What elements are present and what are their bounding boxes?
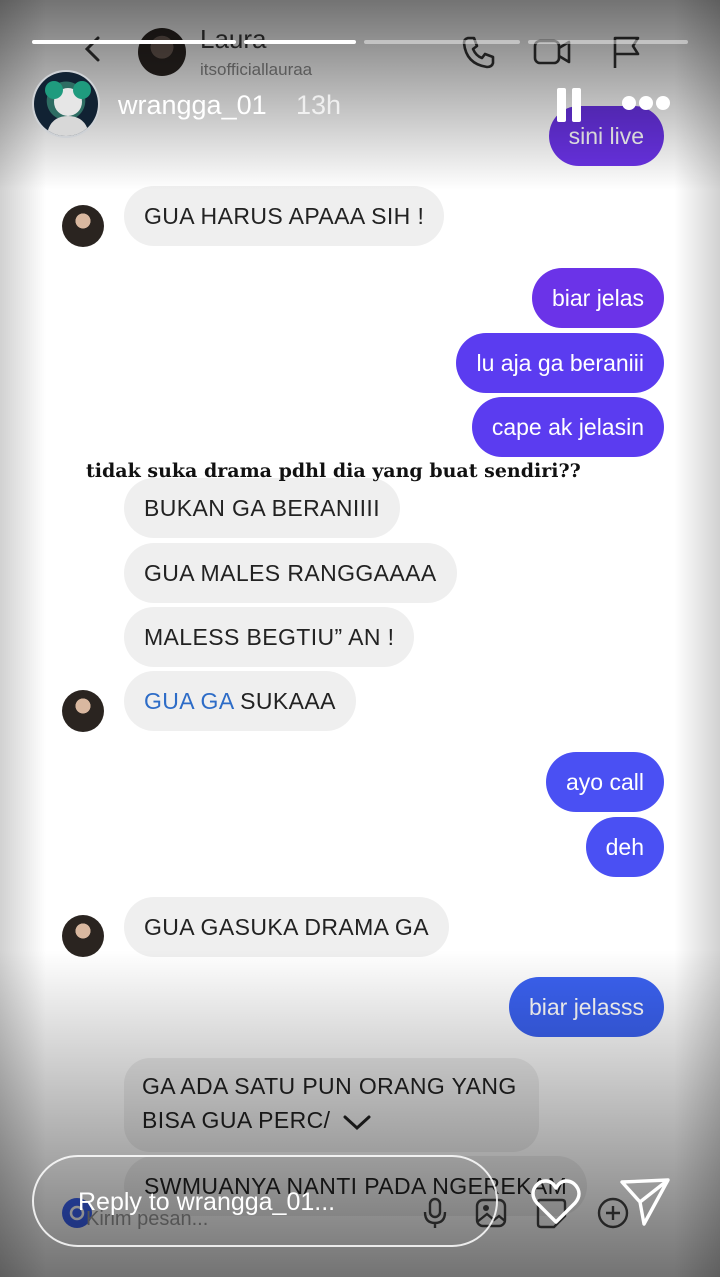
message-line-2: BISA GUA PERC/ xyxy=(142,1106,517,1134)
story-progress-segment xyxy=(244,40,356,44)
dm-screenshot: Laura itsofficiallauraa sini live GUA HA… xyxy=(0,0,720,1277)
story-username[interactable]: wrangga_01 xyxy=(118,90,267,121)
more-dots-icon[interactable] xyxy=(622,96,670,114)
sender-avatar xyxy=(62,690,104,732)
message-bubble-outgoing: cape ak jelasin xyxy=(471,397,664,457)
chevron-left-icon xyxy=(84,36,100,62)
message-line: GA ADA SATU PUN ORANG YANG xyxy=(142,1073,517,1099)
message-bubble-outgoing: biar jelas xyxy=(531,268,664,328)
story-progress-segment xyxy=(528,40,688,44)
flag-icon xyxy=(613,36,640,68)
story-caption-text: tidak suka drama pdhl dia yang buat send… xyxy=(86,460,581,482)
message-bubble-incoming: BUKAN GA BERANIIII xyxy=(124,478,400,538)
sender-avatar xyxy=(62,915,104,957)
message-text: BISA GUA PERC/ xyxy=(142,1107,331,1133)
sender-avatar xyxy=(62,205,104,247)
message-bubble-incoming: GUA GASUKA DRAMA GA xyxy=(124,897,449,957)
pause-icon[interactable] xyxy=(554,88,584,122)
video-camera-icon xyxy=(533,39,571,65)
story-progress-segment xyxy=(364,40,520,44)
message-bubble-incoming: MALESS BEGTIU” AN ! xyxy=(124,607,415,667)
story-viewer: Laura itsofficiallauraa sini live GUA HA… xyxy=(0,0,720,1277)
story-progress-segment xyxy=(32,40,236,44)
message-bubble-outgoing: deh xyxy=(585,817,664,877)
dm-contact-username: itsofficiallauraa xyxy=(200,60,313,79)
message-bubble-incoming: GUA GA SUKAAA xyxy=(124,671,356,731)
heart-icon[interactable] xyxy=(530,1178,582,1226)
send-icon[interactable] xyxy=(618,1174,672,1228)
chevron-down-icon xyxy=(343,1115,371,1130)
dm-header: Laura itsofficiallauraa xyxy=(0,0,720,90)
message-bubble-incoming: GUA MALES RANGGAAAA xyxy=(124,543,457,603)
highlighted-text: GUA GA xyxy=(144,688,234,714)
message-text: SUKAAA xyxy=(233,688,336,714)
story-user-avatar[interactable] xyxy=(32,70,100,138)
message-bubble-outgoing: biar jelasss xyxy=(508,977,664,1037)
dm-contact-avatar xyxy=(138,28,186,76)
message-bubble-incoming: GUA HARUS APAAA SIH ! xyxy=(124,186,445,246)
story-timestamp: 13h xyxy=(296,90,342,120)
phone-icon xyxy=(462,36,495,69)
reply-placeholder: Reply to wrangga_01... xyxy=(78,1188,336,1216)
message-bubble-outgoing: lu aja ga beraniii xyxy=(456,333,664,393)
message-bubble-outgoing: ayo call xyxy=(546,752,664,812)
message-bubble-incoming: GA ADA SATU PUN ORANG YANG BISA GUA PERC… xyxy=(124,1058,539,1152)
